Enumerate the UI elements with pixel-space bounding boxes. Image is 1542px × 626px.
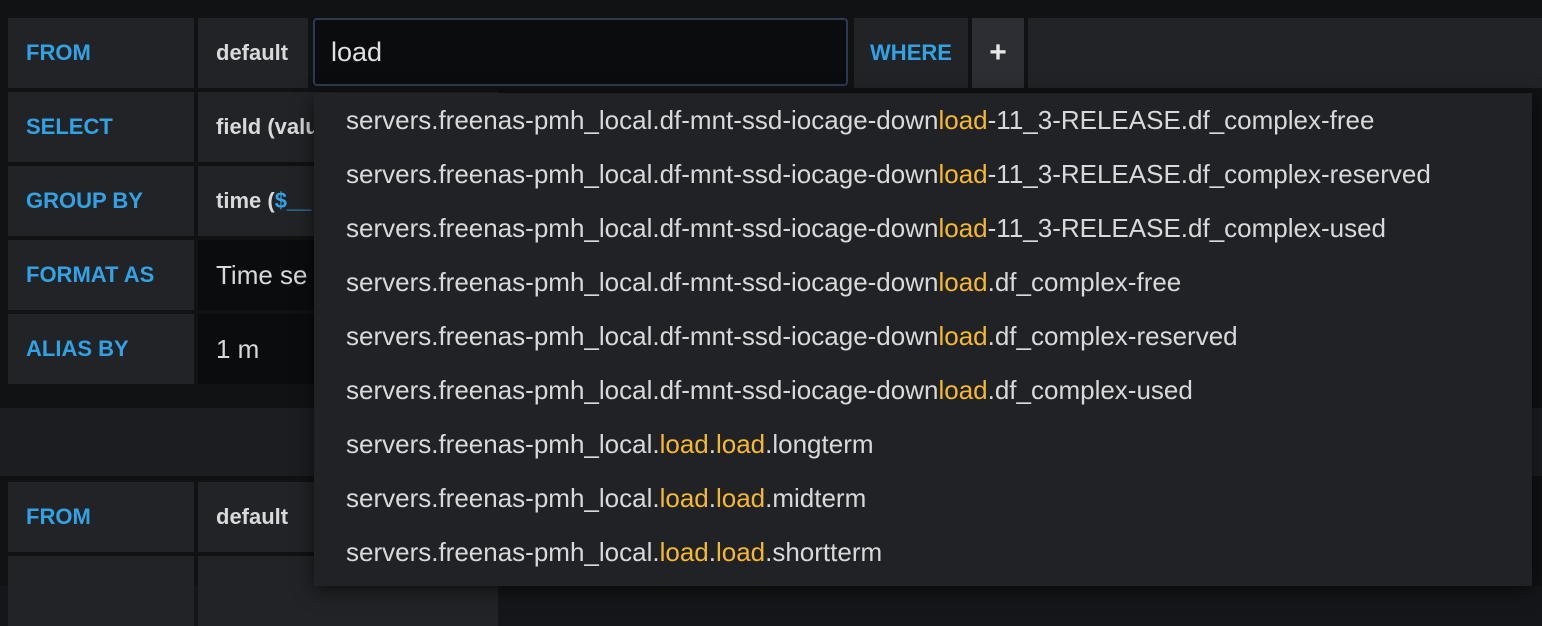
option-match-highlight: load	[715, 482, 766, 513]
group-by-time-label: time (	[216, 188, 275, 213]
option-match-highlight: load	[659, 482, 709, 513]
autocomplete-option[interactable]: servers.freenas-pmh_local.df-mnt-ssd-ioc…	[314, 93, 1532, 147]
option-match-highlight: load	[938, 374, 988, 405]
group-by-keyword: GROUP BY	[8, 166, 194, 236]
option-text: .df_complex-free	[987, 266, 1182, 297]
option-text: servers.freenas-pmh_local.	[346, 482, 660, 513]
option-text: servers.freenas-pmh_local.df-mnt-ssd-ioc…	[346, 266, 939, 297]
add-where-button[interactable]: +	[972, 18, 1024, 88]
option-match-highlight: load	[659, 536, 709, 567]
option-text: .midterm	[765, 482, 867, 513]
format-as-keyword: FORMAT AS	[8, 240, 194, 310]
option-text: servers.freenas-pmh_local.	[346, 536, 660, 567]
option-match-highlight: load	[938, 320, 988, 351]
option-text: -11_3-RELEASE.df_complex-free	[987, 104, 1375, 135]
retention-policy-segment[interactable]: default	[198, 18, 308, 88]
option-text: servers.freenas-pmh_local.df-mnt-ssd-ioc…	[346, 374, 939, 405]
autocomplete-option[interactable]: servers.freenas-pmh_local.df-mnt-ssd-ioc…	[314, 255, 1532, 309]
autocomplete-option[interactable]: servers.freenas-pmh_local. load. load .long…	[314, 417, 1532, 471]
option-text: servers.freenas-pmh_local.	[346, 428, 660, 459]
autocomplete-option[interactable]: servers.freenas-pmh_local.df-mnt-ssd-ioc…	[314, 363, 1532, 417]
autocomplete-options: servers.freenas-pmh_local.df-mnt-ssd-ioc…	[314, 93, 1532, 579]
measurement-autocomplete-dropdown: servers.freenas-pmh_local.df-mnt-ssd-ioc…	[314, 93, 1532, 586]
autocomplete-option[interactable]: servers.freenas-pmh_local.df-mnt-ssd-ioc…	[314, 147, 1532, 201]
query2-from-keyword: FROM	[8, 482, 194, 552]
option-match-highlight: load	[659, 428, 709, 459]
option-text: .shortterm	[765, 536, 883, 567]
group-by-interval-variable: $__	[274, 188, 312, 213]
option-match-highlight: load	[715, 428, 766, 459]
option-text: .	[708, 482, 716, 513]
option-text: servers.freenas-pmh_local.df-mnt-ssd-ioc…	[346, 320, 939, 351]
option-text: servers.freenas-pmh_local.df-mnt-ssd-ioc…	[346, 104, 939, 135]
option-match-highlight: load	[938, 212, 988, 243]
autocomplete-option[interactable]: servers.freenas-pmh_local.df-mnt-ssd-ioc…	[314, 201, 1532, 255]
alias-by-keyword: ALIAS BY	[8, 314, 194, 384]
autocomplete-option[interactable]: servers.freenas-pmh_local. load. load .shor…	[314, 525, 1532, 579]
where-row-filler	[1028, 18, 1542, 88]
query2-select-keyword	[8, 556, 194, 626]
option-text: .df_complex-reserved	[987, 320, 1238, 351]
option-text: .df_complex-used	[987, 374, 1193, 405]
autocomplete-option[interactable]: servers.freenas-pmh_local.df-mnt-ssd-ioc…	[314, 309, 1532, 363]
from-keyword: FROM	[8, 18, 194, 88]
option-match-highlight: load	[715, 536, 766, 567]
select-keyword: SELECT	[8, 92, 194, 162]
option-match-highlight: load	[938, 158, 988, 189]
measurement-input[interactable]	[313, 18, 848, 86]
option-text: servers.freenas-pmh_local.df-mnt-ssd-ioc…	[346, 212, 939, 243]
option-match-highlight: load	[938, 104, 988, 135]
option-text: -11_3-RELEASE.df_complex-reserved	[987, 158, 1431, 189]
option-text: servers.freenas-pmh_local.df-mnt-ssd-ioc…	[346, 158, 939, 189]
from-row: FROM default	[8, 18, 308, 88]
where-keyword: WHERE	[854, 18, 968, 88]
option-text: .	[708, 536, 716, 567]
option-match-highlight: load	[938, 266, 988, 297]
option-text: .	[708, 428, 716, 459]
autocomplete-option[interactable]: servers.freenas-pmh_local. load. load .midt…	[314, 471, 1532, 525]
option-text: -11_3-RELEASE.df_complex-used	[987, 212, 1387, 243]
option-text: .longterm	[765, 428, 874, 459]
